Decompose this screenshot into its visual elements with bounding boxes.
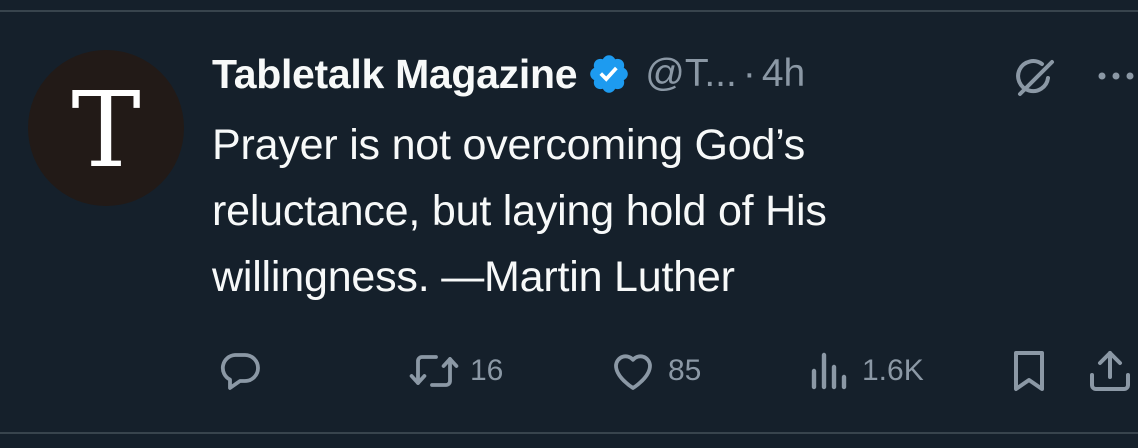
reply-button[interactable] bbox=[216, 344, 274, 398]
retweet-count: 16 bbox=[470, 354, 504, 387]
avatar-logo: T bbox=[71, 69, 141, 191]
tweet-text-line: reluctance, but laying hold of His bbox=[212, 187, 827, 235]
tweet[interactable]: T Tabletalk Magazine @T... · 4h Prayer i… bbox=[0, 0, 1138, 448]
share-icon bbox=[1086, 347, 1134, 395]
views-icon bbox=[806, 347, 852, 395]
bookmark-button[interactable] bbox=[1008, 344, 1050, 398]
heart-icon bbox=[608, 347, 658, 395]
retweet-icon bbox=[408, 347, 460, 395]
tweet-header: Tabletalk Magazine @T... · 4h bbox=[212, 48, 805, 100]
avatar[interactable]: T bbox=[28, 50, 184, 206]
reply-icon bbox=[216, 347, 264, 395]
handle[interactable]: @T... bbox=[645, 52, 737, 96]
divider bbox=[0, 432, 1138, 434]
tweet-text: Prayer is not overcoming God’s reluctanc… bbox=[212, 112, 1112, 310]
more-icon[interactable] bbox=[1094, 58, 1138, 94]
verified-badge-icon[interactable] bbox=[587, 52, 631, 96]
views-count: 1.6K bbox=[862, 354, 924, 387]
share-button[interactable] bbox=[1086, 344, 1134, 398]
separator-dot: · bbox=[742, 52, 756, 95]
timestamp[interactable]: 4h bbox=[762, 52, 805, 96]
tweet-text-line: willingness. —Martin Luther bbox=[212, 253, 735, 301]
display-name[interactable]: Tabletalk Magazine bbox=[212, 51, 578, 98]
like-count: 85 bbox=[668, 354, 702, 387]
bookmark-icon bbox=[1008, 347, 1050, 395]
like-button[interactable]: 85 bbox=[608, 344, 701, 398]
grok-icon[interactable] bbox=[1012, 54, 1058, 100]
divider bbox=[0, 10, 1138, 12]
tweet-text-line: Prayer is not overcoming God’s bbox=[212, 121, 806, 169]
views-button[interactable]: 1.6K bbox=[806, 344, 924, 398]
retweet-button[interactable]: 16 bbox=[408, 344, 503, 398]
